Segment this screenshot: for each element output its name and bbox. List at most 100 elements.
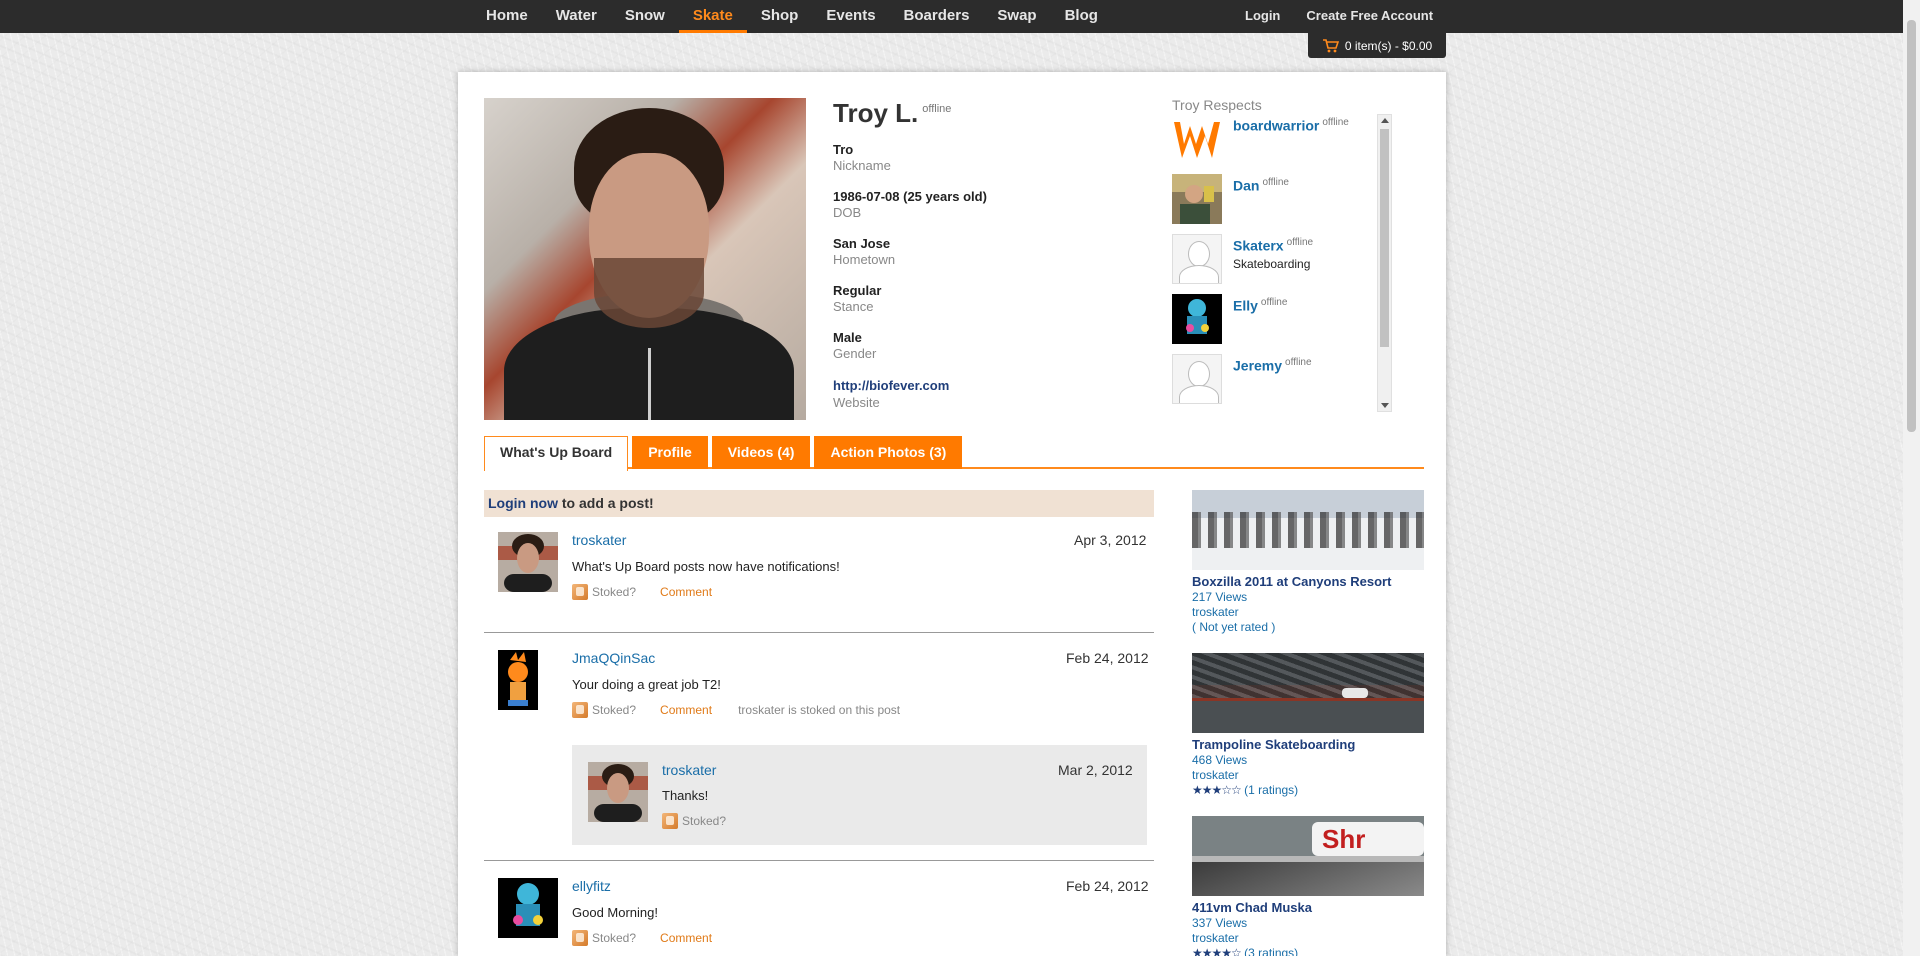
reply-author[interactable]: troskater <box>662 762 716 778</box>
login-link[interactable]: Login <box>1232 0 1293 33</box>
nav-boarders[interactable]: Boarders <box>890 0 984 33</box>
video-thumbnail[interactable]: Shr <box>1192 816 1424 896</box>
stoked-button[interactable]: Stoked? <box>682 814 726 828</box>
media-user[interactable]: troskater <box>1192 605 1424 620</box>
nav-water[interactable]: Water <box>542 0 611 33</box>
profile-panel: Troy L. offline Tro Nickname 1986-07-08 (… <box>458 72 1446 956</box>
avatar <box>1172 294 1222 344</box>
main-nav: Home Water Snow Skate Shop Events Boarde… <box>472 0 1112 33</box>
avatar <box>1172 354 1222 404</box>
create-account-link[interactable]: Create Free Account <box>1293 0 1446 33</box>
post-author[interactable]: JmaQQinSac <box>572 650 655 666</box>
avatar <box>498 878 558 938</box>
respect-item[interactable]: boardwarrior offline <box>1172 114 1349 166</box>
media-title[interactable]: Boxzilla 2011 at Canyons Resort <box>1192 574 1424 590</box>
stoked-note: troskater is stoked on this post <box>738 703 901 717</box>
media-rating: ★★★★☆ (3 ratings) <box>1192 946 1424 956</box>
respects-scrollbar[interactable] <box>1377 114 1392 412</box>
post-actions: Stoked? Comment <box>572 930 738 946</box>
profile-name: Troy L. offline <box>833 98 952 128</box>
divider <box>484 632 1154 633</box>
post-text: Good Morning! <box>572 905 658 920</box>
info-website: http://biofever.com Website <box>833 378 950 410</box>
media-card[interactable]: Trampoline Skateboarding 468 Views trosk… <box>1192 653 1424 797</box>
nav-snow[interactable]: Snow <box>611 0 679 33</box>
tab-videos[interactable]: Videos (4) <box>711 436 811 469</box>
media-card[interactable]: Shr 411vm Chad Muska 337 Views troskater… <box>1192 816 1424 956</box>
comment-link[interactable]: Comment <box>660 703 712 717</box>
stoked-icon[interactable] <box>572 584 588 600</box>
scroll-thumb[interactable] <box>1380 129 1389 347</box>
website-link[interactable]: http://biofever.com <box>833 378 949 393</box>
cart-button[interactable]: 0 item(s) - $0.00 <box>1308 33 1446 58</box>
nav-shop[interactable]: Shop <box>747 0 813 33</box>
stoked-button[interactable]: Stoked? <box>592 931 636 945</box>
media-title[interactable]: 411vm Chad Muska <box>1192 900 1424 916</box>
info-stance: Regular Stance <box>833 283 882 314</box>
respects-list: boardwarrior offline Dan offline Skaterx of… <box>1172 114 1352 412</box>
info-nickname: Tro Nickname <box>833 142 891 173</box>
stoked-button[interactable]: Stoked? <box>592 703 636 717</box>
stoked-button[interactable]: Stoked? <box>592 585 636 599</box>
tab-profile[interactable]: Profile <box>632 436 708 469</box>
login-now-link[interactable]: Login now <box>488 495 558 511</box>
page-scrollbar[interactable] <box>1903 0 1920 956</box>
info-gender: Male Gender <box>833 330 877 361</box>
media-user[interactable]: troskater <box>1192 768 1424 783</box>
avatar <box>498 532 558 592</box>
media-user[interactable]: troskater <box>1192 931 1424 946</box>
login-prompt: Login now to add a post! <box>484 490 1154 517</box>
reply-box <box>572 745 1147 845</box>
reply-text: Thanks! <box>662 788 709 803</box>
nav-swap[interactable]: Swap <box>983 0 1050 33</box>
profile-photo <box>484 98 806 420</box>
media-rating: ( Not yet rated ) <box>1192 620 1276 634</box>
video-thumbnail[interactable] <box>1192 490 1424 570</box>
profile-status: offline <box>922 103 952 116</box>
post-text: Your doing a great job T2! <box>572 677 721 692</box>
cart-icon <box>1322 38 1339 52</box>
info-hometown: San Jose Hometown <box>833 236 896 267</box>
thumbnail-banner: Shr <box>1312 822 1424 856</box>
media-rating: ★★★☆☆ (1 ratings) <box>1192 783 1299 797</box>
stoked-icon[interactable] <box>572 702 588 718</box>
post-actions: Stoked? Comment <box>572 584 738 600</box>
respect-item[interactable]: Elly offline <box>1172 294 1337 346</box>
stoked-icon[interactable] <box>662 813 678 829</box>
media-views: 337 Views <box>1192 916 1248 930</box>
respect-item[interactable]: Skaterx offline Skateboarding <box>1172 234 1337 286</box>
scroll-up-icon[interactable] <box>1381 118 1389 123</box>
avatar <box>588 762 648 822</box>
video-thumbnail[interactable] <box>1192 653 1424 733</box>
tab-whats-up-board[interactable]: What's Up Board <box>484 436 629 471</box>
post-author[interactable]: ellyfitz <box>572 878 611 894</box>
nav-skate[interactable]: Skate <box>678 0 747 33</box>
scroll-down-icon[interactable] <box>1381 403 1389 408</box>
post-date: Apr 3, 2012 <box>1074 532 1147 548</box>
comment-link[interactable]: Comment <box>660 585 712 599</box>
nav-home[interactable]: Home <box>472 0 542 33</box>
respect-item[interactable]: Jeremy offline <box>1172 354 1337 406</box>
media-title[interactable]: Trampoline Skateboarding <box>1192 737 1424 753</box>
avatar <box>1172 174 1222 224</box>
avatar <box>1172 114 1222 164</box>
media-views: 217 Views <box>1192 590 1248 604</box>
post-author[interactable]: troskater <box>572 532 626 548</box>
star-rating: ★★★★☆ <box>1192 946 1242 956</box>
star-rating: ★★★☆☆ <box>1192 783 1242 797</box>
reply-actions: Stoked? <box>662 813 750 829</box>
post-actions: Stoked? Comment troskater is stoked on t… <box>572 702 900 718</box>
comment-link[interactable]: Comment <box>660 931 712 945</box>
info-dob: 1986-07-08 (25 years old) DOB <box>833 189 987 220</box>
stoked-icon[interactable] <box>572 930 588 946</box>
media-card[interactable]: Boxzilla 2011 at Canyons Resort 217 View… <box>1192 490 1424 634</box>
tab-action-photos[interactable]: Action Photos (3) <box>814 436 963 469</box>
respect-item[interactable]: Dan offline <box>1172 174 1337 226</box>
reply-date: Mar 2, 2012 <box>1058 762 1133 778</box>
post-text: What's Up Board posts now have notificat… <box>572 559 840 574</box>
page-scroll-thumb[interactable] <box>1907 20 1916 432</box>
media-views: 468 Views <box>1192 753 1248 767</box>
nav-events[interactable]: Events <box>812 0 889 33</box>
nav-blog[interactable]: Blog <box>1051 0 1112 33</box>
cart-summary: 0 item(s) - $0.00 <box>1344 38 1433 53</box>
